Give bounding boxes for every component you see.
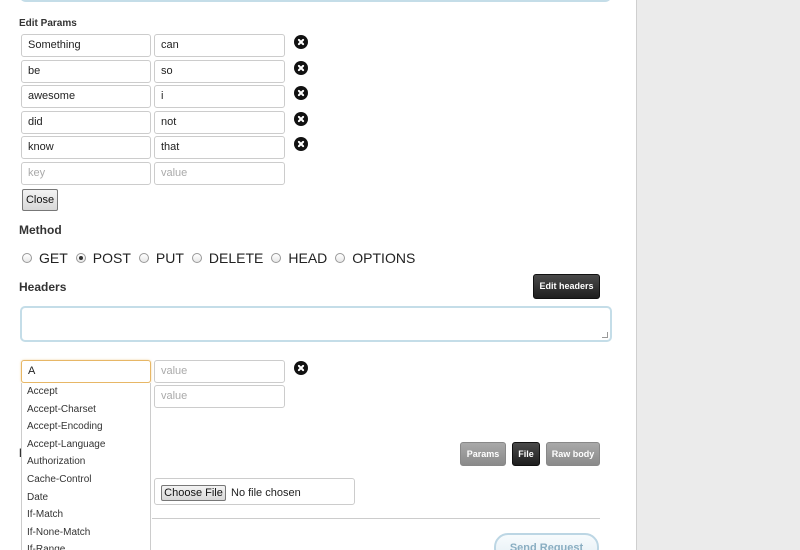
method-label: HEAD [288,250,328,266]
method-label: PUT [155,250,184,266]
radio-icon[interactable] [138,253,149,263]
tab-file[interactable]: File [512,442,540,466]
param-value-input[interactable]: i [154,85,285,108]
autocomplete-item[interactable]: If-Match [22,506,150,524]
param-key-input[interactable]: awesome [21,85,151,108]
remove-param-icon[interactable] [294,112,308,126]
autocomplete-item[interactable]: Accept [22,383,150,401]
method-label: DELETE [208,250,264,266]
remove-param-icon[interactable] [294,35,308,49]
method-option-get[interactable]: GET [22,250,68,266]
no-file-text: No file chosen [231,487,301,499]
autocomplete-item[interactable]: If-None-Match [22,524,150,542]
param-key-input[interactable]: be [21,60,151,83]
edit-headers-button[interactable]: Edit headers [533,274,600,299]
autocomplete-item[interactable]: Date [22,489,150,507]
remove-param-icon[interactable] [294,61,308,75]
method-option-post[interactable]: POST [75,250,131,266]
method-label: OPTIONS [352,250,416,266]
autocomplete-item[interactable]: Accept-Language [22,436,150,454]
radio-icon[interactable] [22,253,32,263]
param-value-input[interactable]: not [154,111,285,134]
remove-param-icon[interactable] [294,137,308,151]
method-option-head[interactable]: HEAD [271,250,327,266]
param-key-input[interactable]: Something [21,34,151,57]
autocomplete-item[interactable]: If-Range [22,541,150,550]
previous-textarea-bottom[interactable] [19,0,612,2]
autocomplete-item[interactable]: Accept-Encoding [22,418,150,436]
method-option-delete[interactable]: DELETE [191,250,264,266]
method-radio-group: GET POST PUT DELETE HEAD OPTIONS [22,250,423,266]
param-key-input[interactable]: know [21,136,151,159]
radio-icon[interactable] [191,253,202,263]
method-option-put[interactable]: PUT [138,250,184,266]
choose-file-button[interactable]: Choose File [161,485,226,501]
right-gutter [636,0,800,550]
new-param-key-input[interactable]: key [21,162,151,185]
param-value-input[interactable]: that [154,136,285,159]
param-key-input[interactable]: did [21,111,151,134]
file-input[interactable]: Choose File No file chosen [154,478,355,505]
new-header-value-input[interactable]: value [154,385,285,408]
send-request-button[interactable]: Send Request [494,533,599,550]
radio-icon[interactable] [335,253,346,263]
headers-textarea[interactable] [20,306,612,342]
radio-icon[interactable] [271,253,282,263]
close-params-button[interactable]: Close [22,189,58,211]
header-autocomplete-list: Accept Accept-Charset Accept-Encoding Ac… [21,383,151,550]
header-key-input[interactable]: A [21,360,151,383]
remove-header-icon[interactable] [294,361,308,375]
header-value-input[interactable]: value [154,360,285,383]
method-title: Method [19,223,62,237]
autocomplete-item[interactable]: Accept-Charset [22,401,150,419]
radio-checked-icon[interactable] [75,253,86,263]
method-option-options[interactable]: OPTIONS [335,250,415,266]
new-param-value-input[interactable]: value [154,162,285,185]
param-value-input[interactable]: can [154,34,285,57]
autocomplete-item[interactable]: Cache-Control [22,471,150,489]
method-label: POST [92,250,131,266]
divider [152,518,600,519]
tab-raw-body[interactable]: Raw body [546,442,600,466]
autocomplete-item[interactable]: Authorization [22,453,150,471]
method-label: GET [39,250,68,266]
tab-params[interactable]: Params [460,442,506,466]
remove-param-icon[interactable] [294,86,308,100]
resize-grip-icon[interactable] [602,332,608,338]
edit-params-title: Edit Params [19,18,77,29]
param-value-input[interactable]: so [154,60,285,83]
headers-title: Headers [19,280,67,294]
